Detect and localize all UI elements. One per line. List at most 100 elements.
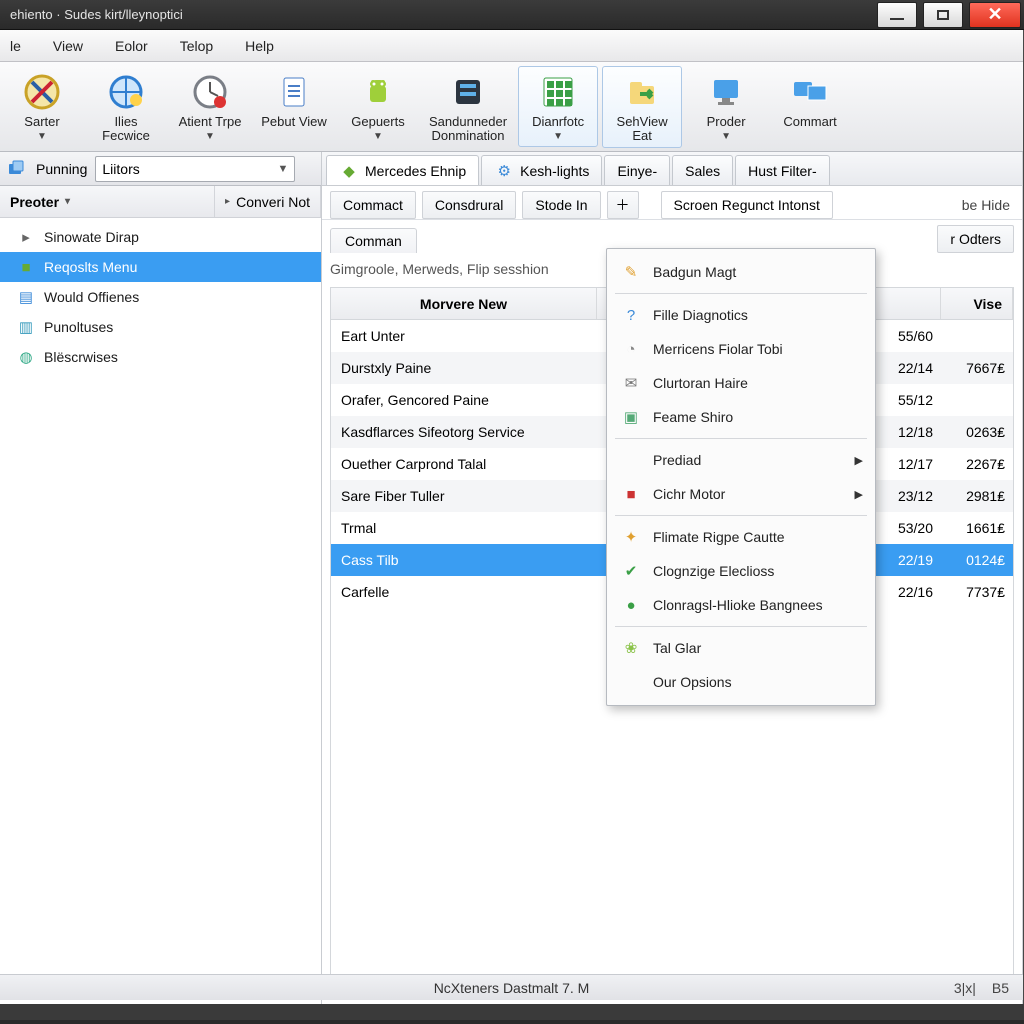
tab-label: Einye- — [617, 163, 657, 179]
context-menu-item[interactable]: ? Fille Diagnotics — [607, 298, 875, 332]
subbar-label: Punning — [36, 161, 87, 177]
sidebar-item[interactable]: ▥Punoltuses — [0, 312, 321, 342]
menu-item-label: Badgun Magt — [653, 264, 736, 280]
filter-combo[interactable]: Liitors ▼ — [95, 156, 295, 182]
menu-separator — [615, 293, 867, 294]
context-menu-item[interactable]: ✉Clurtoran Haire — [607, 366, 875, 400]
sidebar-item-label: Punoltuses — [44, 319, 113, 335]
context-menu-item[interactable]: ✦ Flimate Rigpe Cautte — [607, 520, 875, 554]
toolbar-proder[interactable]: Proder▼ — [686, 66, 766, 147]
sidebar-item[interactable]: ▤Would Offienes — [0, 282, 321, 312]
window-icon: ▣ — [621, 407, 641, 427]
menu-le[interactable]: le — [6, 34, 25, 58]
close-button[interactable]: ✕ — [969, 2, 1021, 28]
sidebar-item[interactable]: ◍Blëscrwises — [0, 342, 321, 372]
sidebar-item[interactable]: ■Reqoslts Menu — [0, 252, 321, 282]
menu-item-label: Fille Diagnotics — [653, 307, 748, 323]
sidebar-tree: ▸ Sinowate Dirap ■Reqoslts Menu▤Would Offi… — [0, 218, 321, 376]
toolbar-sarter[interactable]: Sarter▼ — [2, 66, 82, 147]
maximize-button[interactable] — [923, 2, 963, 28]
green-square-icon: ■ — [16, 257, 36, 277]
menu-item-label: Flimate Rigpe Cautte — [653, 529, 785, 545]
cell-date: 55/60 — [869, 328, 941, 344]
grid-green-icon — [537, 71, 579, 113]
chevron-down-icon: ▼ — [278, 163, 289, 175]
tab-odters[interactable]: r Odters — [937, 225, 1014, 253]
sidebar-item[interactable]: ▸ Sinowate Dirap — [0, 222, 321, 252]
tab-consdrural[interactable]: Consdrural — [422, 191, 516, 219]
hide-label[interactable]: be Hide — [950, 191, 1022, 219]
upper-tab[interactable]: ◆Mercedes Ehnip — [326, 155, 479, 185]
context-menu-item[interactable]: ●Clonragsl-Hlioke Bangnees — [607, 588, 875, 622]
status-r2: B5 — [992, 980, 1009, 996]
toolbar-pebut view[interactable]: Pebut View — [254, 66, 334, 134]
cell-vise: 2981₤ — [941, 488, 1013, 504]
menu-separator — [615, 515, 867, 516]
menu-item-label: Clonragsl-Hlioke Bangnees — [653, 597, 823, 613]
th-vise[interactable]: Vise — [941, 288, 1013, 319]
cell-date: 12/18 — [869, 424, 941, 440]
toolbar-sehview[interactable]: SehView Eat — [602, 66, 682, 148]
toolbar-commart[interactable]: Commart — [770, 66, 850, 134]
toolbar-label: Ilies Fecwice — [102, 115, 150, 143]
help-icon: ? — [621, 305, 641, 325]
cell-vise: 2267₤ — [941, 456, 1013, 472]
toolbar-ilies[interactable]: Ilies Fecwice — [86, 66, 166, 148]
sidebar-hdr-left[interactable]: Preoter ▾ — [0, 186, 215, 217]
monitors-icon — [789, 71, 831, 113]
tab-add-button[interactable]: ＋ — [607, 191, 639, 219]
combo-value: Liitors — [102, 161, 139, 177]
menu-help[interactable]: Help — [241, 34, 278, 58]
tab-scroen[interactable]: Scroen Regunct Intonst — [661, 191, 833, 219]
toolbar-label: Proder — [707, 115, 746, 129]
th-date[interactable] — [869, 288, 941, 319]
menu-telop[interactable]: Telop — [176, 34, 217, 58]
toolbar-gepuerts[interactable]: Gepuerts▼ — [338, 66, 418, 147]
sidebar-item-label: Sinowate Dirap — [44, 229, 139, 245]
cell-date: 23/12 — [869, 488, 941, 504]
dropdown-indicator-icon: ▼ — [205, 131, 215, 142]
tab-stodein[interactable]: Stode In — [522, 191, 600, 219]
menu-view[interactable]: View — [49, 34, 87, 58]
upper-tab[interactable]: ⚙Kesh-lights — [481, 155, 602, 185]
tab-label: Sales — [685, 163, 720, 179]
titlebar: ehiento · Sudes kirt/lleynoptici ✕ — [0, 0, 1024, 30]
tab-commact[interactable]: Commact — [330, 191, 416, 219]
upper-tab[interactable]: Einye- — [604, 155, 670, 185]
running-icon — [6, 159, 28, 179]
context-menu-item[interactable]: ▣Feame Shiro — [607, 400, 875, 434]
context-menu-item[interactable]: Prediad▶ — [607, 443, 875, 477]
paint-icon: ✦ — [621, 527, 641, 547]
context-menu-item[interactable]: ❀Tal Glar — [607, 631, 875, 665]
status-center: NcXteners Dastmalt 7. M — [434, 980, 590, 996]
toolbar-dianrfotc[interactable]: Dianrfotc▼ — [518, 66, 598, 147]
toolbar-sandunneder[interactable]: Sandunneder Donmination — [422, 66, 514, 148]
context-menu-item[interactable]: ■Cichr Motor▶ — [607, 477, 875, 511]
context-menu-item[interactable]: ✔ Clognzige Eleclioss — [607, 554, 875, 588]
submenu-arrow-icon: ▶ — [855, 488, 863, 501]
context-menu-item[interactable]: Our Opsions — [607, 665, 875, 699]
chevron-right-icon: ▸ — [16, 227, 36, 247]
minimize-button[interactable] — [877, 2, 917, 28]
chevron-down-icon: ▾ — [65, 196, 70, 207]
tab-label: Hust Filter- — [748, 163, 816, 179]
toolbar-atient trpe[interactable]: Atient Trpe▼ — [170, 66, 250, 147]
sidebar-hdr-right[interactable]: ▸ Converi Not — [215, 186, 321, 217]
cell-name: Orafer, Gencored Paine — [331, 392, 597, 408]
red-square-icon: ■ — [621, 484, 641, 504]
comman-tab[interactable]: Comman — [330, 228, 417, 253]
cell-name: Carfelle — [331, 584, 597, 600]
context-menu-item[interactable]: ✎Badgun Magt — [607, 255, 875, 289]
green-check-icon: ✔ — [621, 561, 641, 581]
th-name[interactable]: Morvere New — [331, 288, 597, 319]
compass-x-icon — [21, 71, 63, 113]
menu-eolor[interactable]: Eolor — [111, 34, 152, 58]
document-lines-icon — [273, 71, 315, 113]
context-menu-item[interactable]: ◔Merricens Fiolar Tobi — [607, 332, 875, 366]
dropdown-indicator-icon: ▼ — [373, 131, 383, 142]
upper-tab[interactable]: Hust Filter- — [735, 155, 829, 185]
upper-tab[interactable]: Sales — [672, 155, 733, 185]
menu-separator — [615, 438, 867, 439]
menu-item-label: Clognzige Eleclioss — [653, 563, 774, 579]
menu-item-label: Tal Glar — [653, 640, 701, 656]
